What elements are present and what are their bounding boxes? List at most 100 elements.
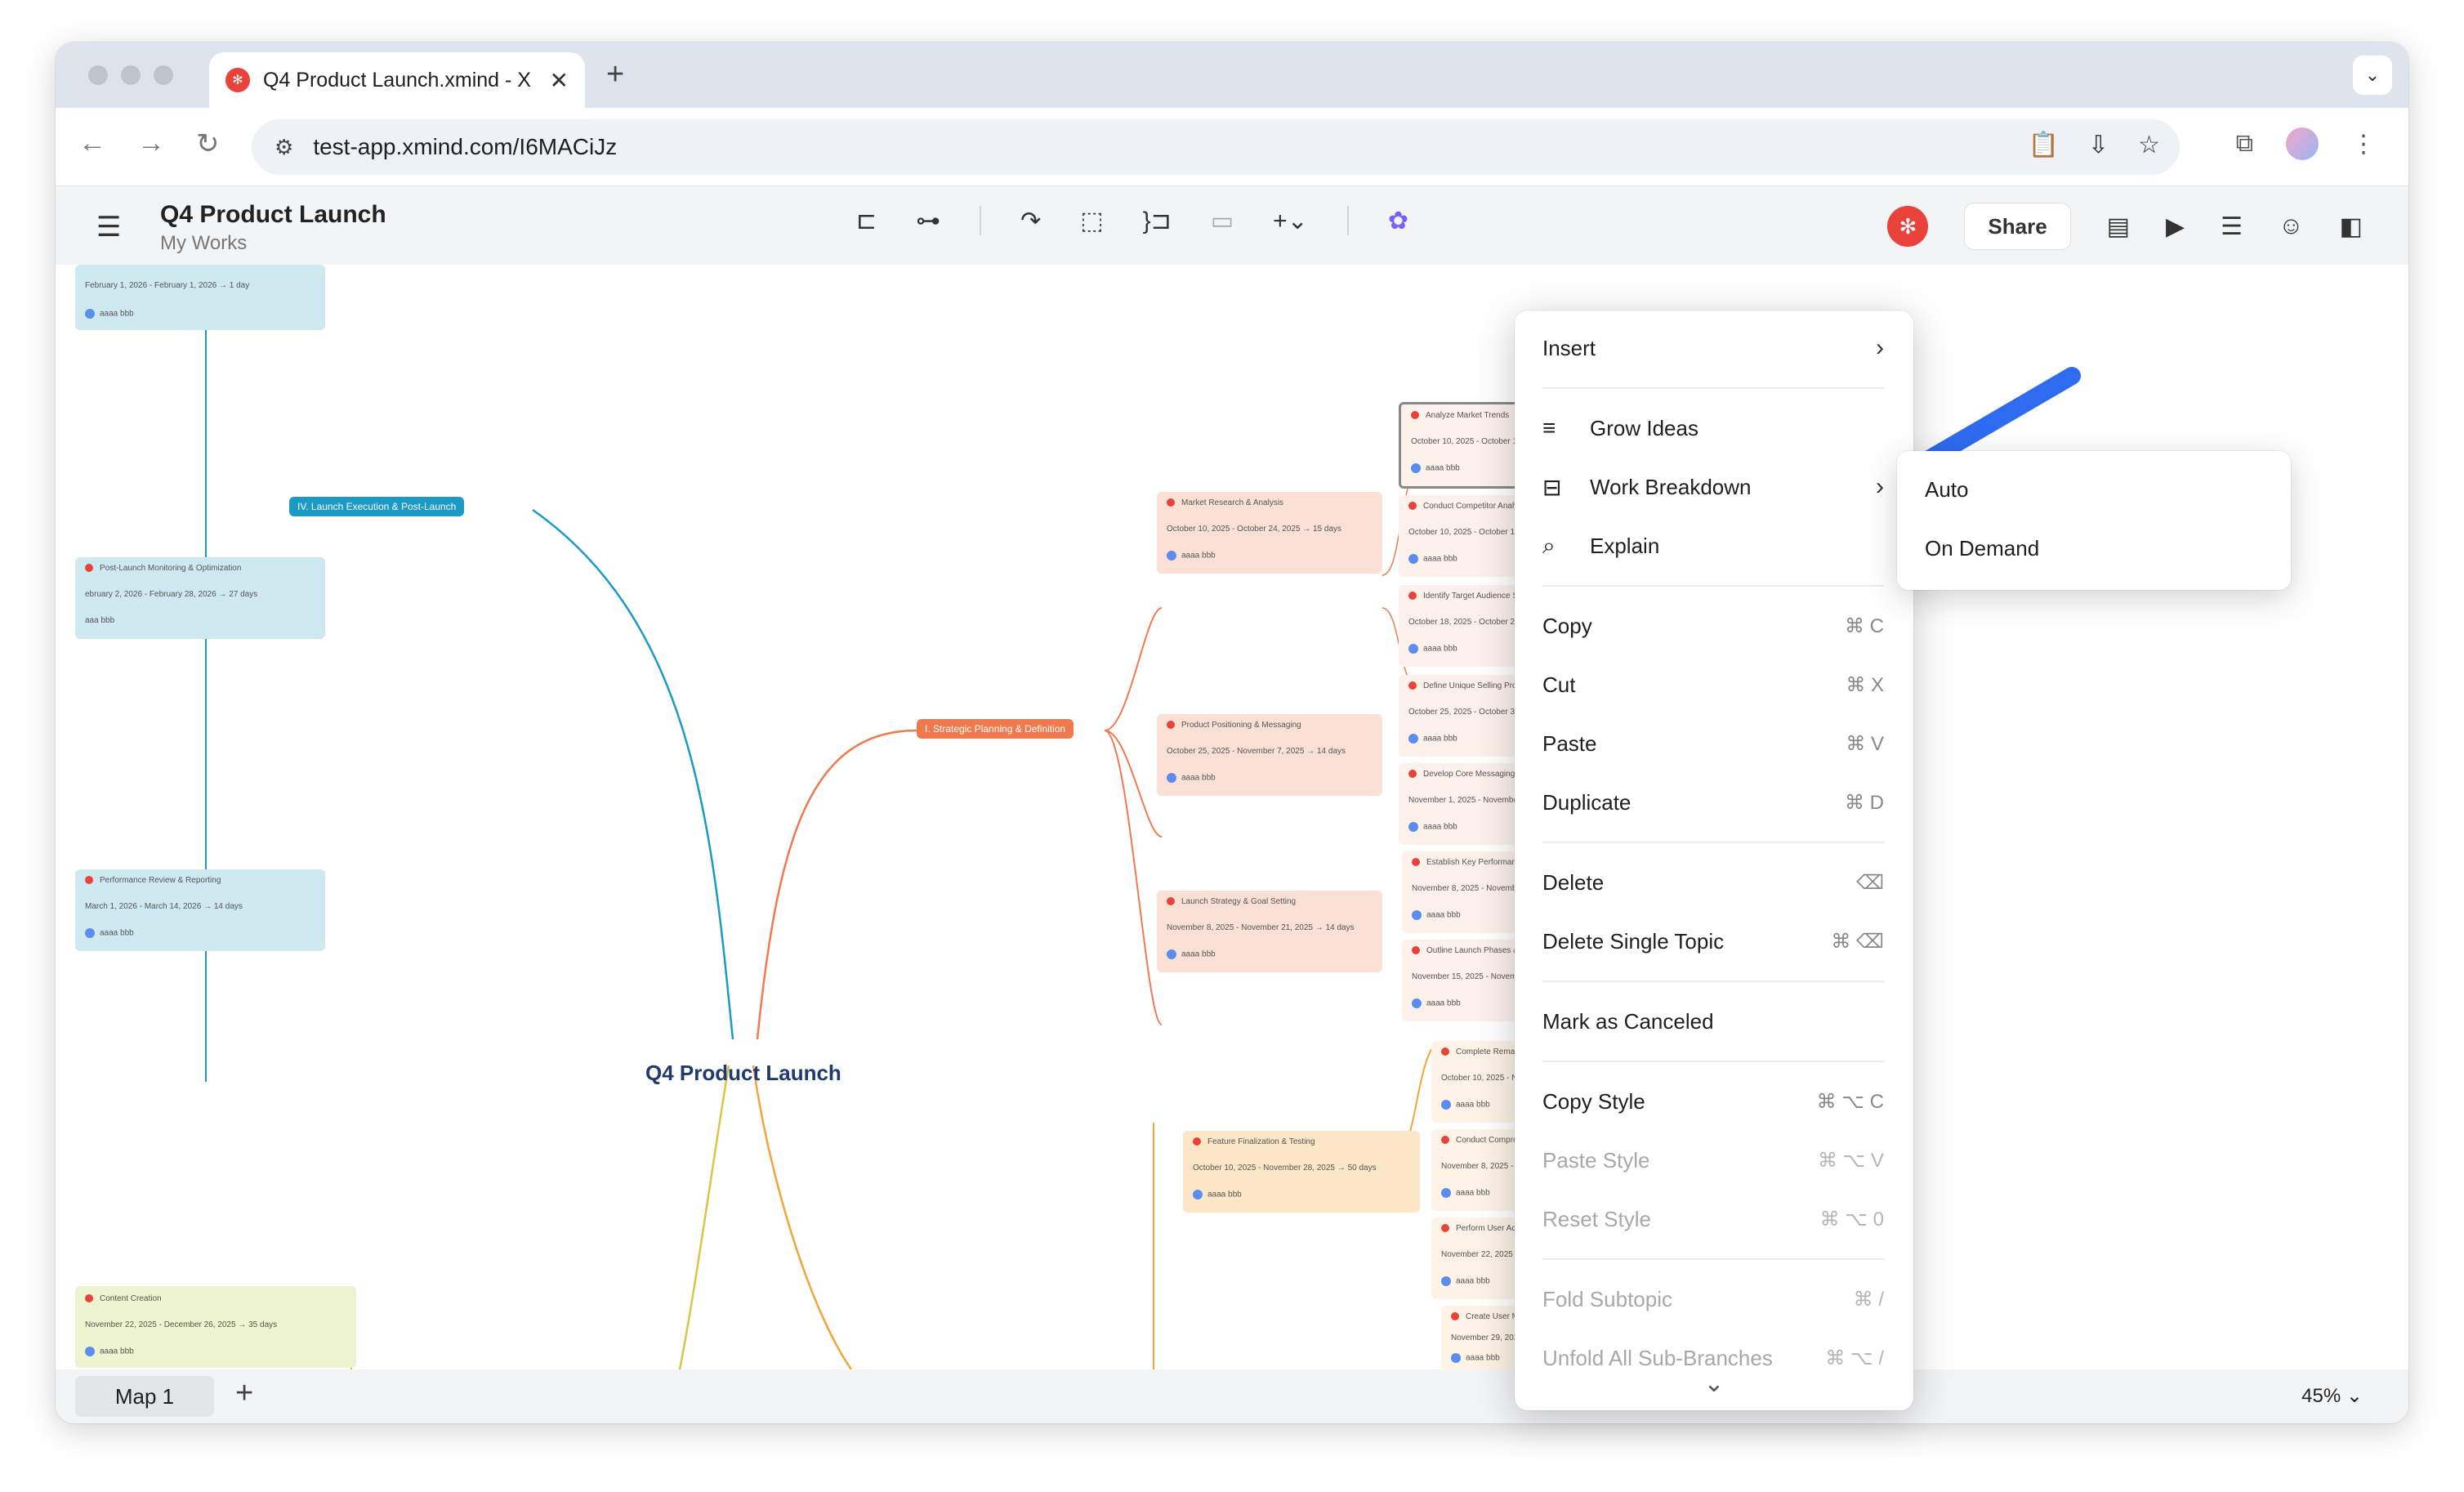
extensions-icon[interactable]: ⧉ bbox=[2236, 130, 2253, 158]
menu-item-duplicate[interactable]: Duplicate⌘ D bbox=[1542, 778, 1884, 827]
document-location[interactable]: My Works bbox=[160, 232, 247, 255]
left-card-2[interactable]: Post-Launch Monitoring & Optimization eb… bbox=[75, 557, 325, 639]
chevron-right-icon: › bbox=[1876, 473, 1884, 501]
grow-ideas-icon: ≡ bbox=[1542, 415, 1570, 441]
insert-plus-icon[interactable]: +⌄ bbox=[1273, 207, 1308, 235]
menu-item-copy-style[interactable]: Copy Style⌘ ⌥ C bbox=[1542, 1077, 1884, 1126]
chevron-down-icon: ⌄ bbox=[2346, 1385, 2363, 1407]
central-topic[interactable]: Q4 Product Launch bbox=[645, 1061, 841, 1086]
submenu-item-auto[interactable]: Auto bbox=[1925, 477, 1969, 503]
left-card-4[interactable]: Content Creation November 22, 2025 - Dec… bbox=[75, 1286, 356, 1368]
menu-item-delete-single-topic[interactable]: Delete Single Topic⌘ ⌫ bbox=[1542, 917, 1884, 966]
forward-icon[interactable]: → bbox=[137, 127, 165, 159]
submenu-item-on-demand[interactable]: On Demand bbox=[1925, 536, 2039, 561]
scroll-down-chevron-icon[interactable]: ⌄ bbox=[1515, 1369, 1913, 1410]
tab-close-icon[interactable]: ✕ bbox=[550, 67, 569, 94]
explain-icon: ⌕ bbox=[1542, 533, 1570, 560]
chevron-down-icon: ⌄ bbox=[2365, 65, 2380, 86]
left-card-3[interactable]: Performance Review & Reporting March 1, … bbox=[75, 869, 325, 951]
sheet-bar: Map 1 + 45% ⌄ bbox=[56, 1369, 2408, 1423]
chevron-right-icon: › bbox=[1876, 334, 1884, 362]
menu-item-explain[interactable]: ⌕ Explain bbox=[1542, 521, 1884, 570]
sheet-tab-map1[interactable]: Map 1 bbox=[75, 1376, 214, 1417]
context-menu: Insert › ≡ Grow Ideas ⊟ Work Breakdown ›… bbox=[1515, 310, 1913, 1410]
strategic-branch-line bbox=[757, 730, 917, 1039]
browser-window: ✻ Q4 Product Launch.xmind - X ✕ + ⌄ ← → … bbox=[56, 42, 2408, 1423]
reload-icon[interactable]: ↻ bbox=[196, 127, 220, 160]
mindmap-canvas[interactable]: February 1, 2026 - February 1, 2026 → 1 … bbox=[75, 265, 2389, 1369]
pitch-mode-icon[interactable]: ▶ bbox=[2166, 212, 2185, 241]
relationship-icon[interactable]: ↷ bbox=[1020, 207, 1041, 235]
menu-item-insert[interactable]: Insert › bbox=[1542, 324, 1884, 373]
toolbar-divider bbox=[980, 206, 981, 235]
share-button[interactable]: Share bbox=[1964, 203, 2070, 250]
menu-item-delete[interactable]: Delete⌫ bbox=[1542, 858, 1884, 907]
site-settings-icon[interactable]: ⚙ bbox=[275, 135, 293, 160]
strategic-sub-lines bbox=[1105, 608, 1162, 1025]
more-menu-icon[interactable]: ⋮ bbox=[2351, 130, 2376, 159]
menu-divider bbox=[1542, 585, 1884, 587]
maximize-window-button[interactable] bbox=[154, 65, 173, 85]
hamburger-menu-icon[interactable]: ☰ bbox=[96, 211, 121, 243]
new-tab-icon[interactable]: + bbox=[606, 57, 624, 92]
back-icon[interactable]: ← bbox=[78, 127, 106, 159]
content-branch-line bbox=[680, 1065, 729, 1369]
clipboard-icon[interactable]: 📋 bbox=[2029, 131, 2059, 159]
branch-strategic-planning[interactable]: I. Strategic Planning & Definition bbox=[917, 719, 1074, 739]
ai-assistant-icon[interactable]: ✿ bbox=[1388, 207, 1408, 235]
tab-title: Q4 Product Launch.xmind - X bbox=[263, 69, 537, 92]
xmind-favicon-icon: ✻ bbox=[225, 68, 250, 92]
left-card-1[interactable]: February 1, 2026 - February 1, 2026 → 1 … bbox=[75, 265, 325, 330]
summary-icon[interactable]: }⊐ bbox=[1143, 207, 1172, 235]
tab-strip: ✻ Q4 Product Launch.xmind - X ✕ + ⌄ bbox=[56, 42, 2408, 108]
close-window-button[interactable] bbox=[88, 65, 108, 85]
browser-tab[interactable]: ✻ Q4 Product Launch.xmind - X ✕ bbox=[209, 52, 585, 108]
navigation-bar: ← → ↻ ⚙ test-app.xmind.com/I6MACiJz 📋 ⇩ … bbox=[56, 108, 2408, 186]
menu-item-cut[interactable]: Cut⌘ X bbox=[1542, 660, 1884, 709]
add-sheet-icon[interactable]: + bbox=[235, 1376, 253, 1411]
subtopic-icon[interactable]: ⊏ bbox=[856, 207, 877, 235]
document-title: Q4 Product Launch bbox=[160, 201, 386, 229]
mid-card-3[interactable]: Launch Strategy & Goal Setting November … bbox=[1157, 891, 1382, 972]
menu-divider bbox=[1542, 981, 1884, 982]
install-app-icon[interactable]: ⇩ bbox=[2088, 131, 2109, 159]
xmind-logo-icon[interactable]: ✻ bbox=[1887, 206, 1928, 247]
menu-divider bbox=[1542, 1061, 1884, 1062]
menu-divider bbox=[1542, 387, 1884, 389]
launch-branch-line bbox=[533, 510, 733, 1039]
work-breakdown-icon: ⊟ bbox=[1542, 474, 1570, 501]
mid-card-4[interactable]: Feature Finalization & Testing October 1… bbox=[1183, 1131, 1420, 1213]
url-text: test-app.xmind.com/I6MACiJz bbox=[313, 134, 617, 160]
menu-item-fold-subtopic: Fold Subtopic⌘ / bbox=[1542, 1275, 1884, 1324]
mid-card-2[interactable]: Product Positioning & Messaging October … bbox=[1157, 714, 1382, 796]
bookmark-star-icon[interactable]: ☆ bbox=[2138, 131, 2160, 159]
menu-divider bbox=[1542, 842, 1884, 843]
outliner-icon[interactable]: ▤ bbox=[2107, 212, 2130, 241]
menu-item-grow-ideas[interactable]: ≡ Grow Ideas bbox=[1542, 404, 1884, 453]
profile-avatar[interactable] bbox=[2286, 127, 2319, 160]
menu-item-paste-style: Paste Style⌘ ⌥ V bbox=[1542, 1136, 1884, 1185]
tab-search-button[interactable]: ⌄ bbox=[2353, 56, 2392, 95]
menu-item-work-breakdown[interactable]: ⊟ Work Breakdown › bbox=[1542, 462, 1884, 511]
boundary-icon[interactable]: ⬚ bbox=[1080, 207, 1103, 235]
format-panel-icon[interactable]: ◧ bbox=[2340, 212, 2363, 241]
comments-icon[interactable]: ☰ bbox=[2221, 212, 2243, 241]
emoji-icon[interactable]: ☺ bbox=[2279, 212, 2304, 240]
minimize-window-button[interactable] bbox=[121, 65, 141, 85]
feature-branch-line bbox=[753, 1065, 851, 1369]
menu-item-mark-canceled[interactable]: Mark as Canceled bbox=[1542, 997, 1884, 1046]
note-icon[interactable]: ▭ bbox=[1211, 207, 1234, 235]
toolbar-divider bbox=[1347, 206, 1349, 235]
topic-icon[interactable]: ⊶ bbox=[916, 207, 940, 235]
zoom-control[interactable]: 45% ⌄ bbox=[2301, 1384, 2363, 1408]
menu-item-copy[interactable]: Copy⌘ C bbox=[1542, 601, 1884, 650]
menu-item-reset-style: Reset Style⌘ ⌥ 0 bbox=[1542, 1195, 1884, 1244]
address-bar[interactable]: ⚙ test-app.xmind.com/I6MACiJz 📋 ⇩ ☆ bbox=[252, 119, 2180, 175]
menu-divider bbox=[1542, 1258, 1884, 1260]
main-toolbar: ⊏ ⊶ ↷ ⬚ }⊐ ▭ +⌄ ✿ bbox=[856, 206, 1408, 235]
mid-card-1[interactable]: Market Research & Analysis October 10, 2… bbox=[1157, 492, 1382, 574]
menu-item-paste[interactable]: Paste⌘ V bbox=[1542, 719, 1884, 768]
branch-launch-execution[interactable]: IV. Launch Execution & Post-Launch bbox=[289, 497, 464, 516]
work-breakdown-submenu: Auto On Demand bbox=[1897, 451, 2291, 590]
app-header: ☰ Q4 Product Launch My Works ⊏ ⊶ ↷ ⬚ }⊐ … bbox=[56, 186, 2408, 265]
